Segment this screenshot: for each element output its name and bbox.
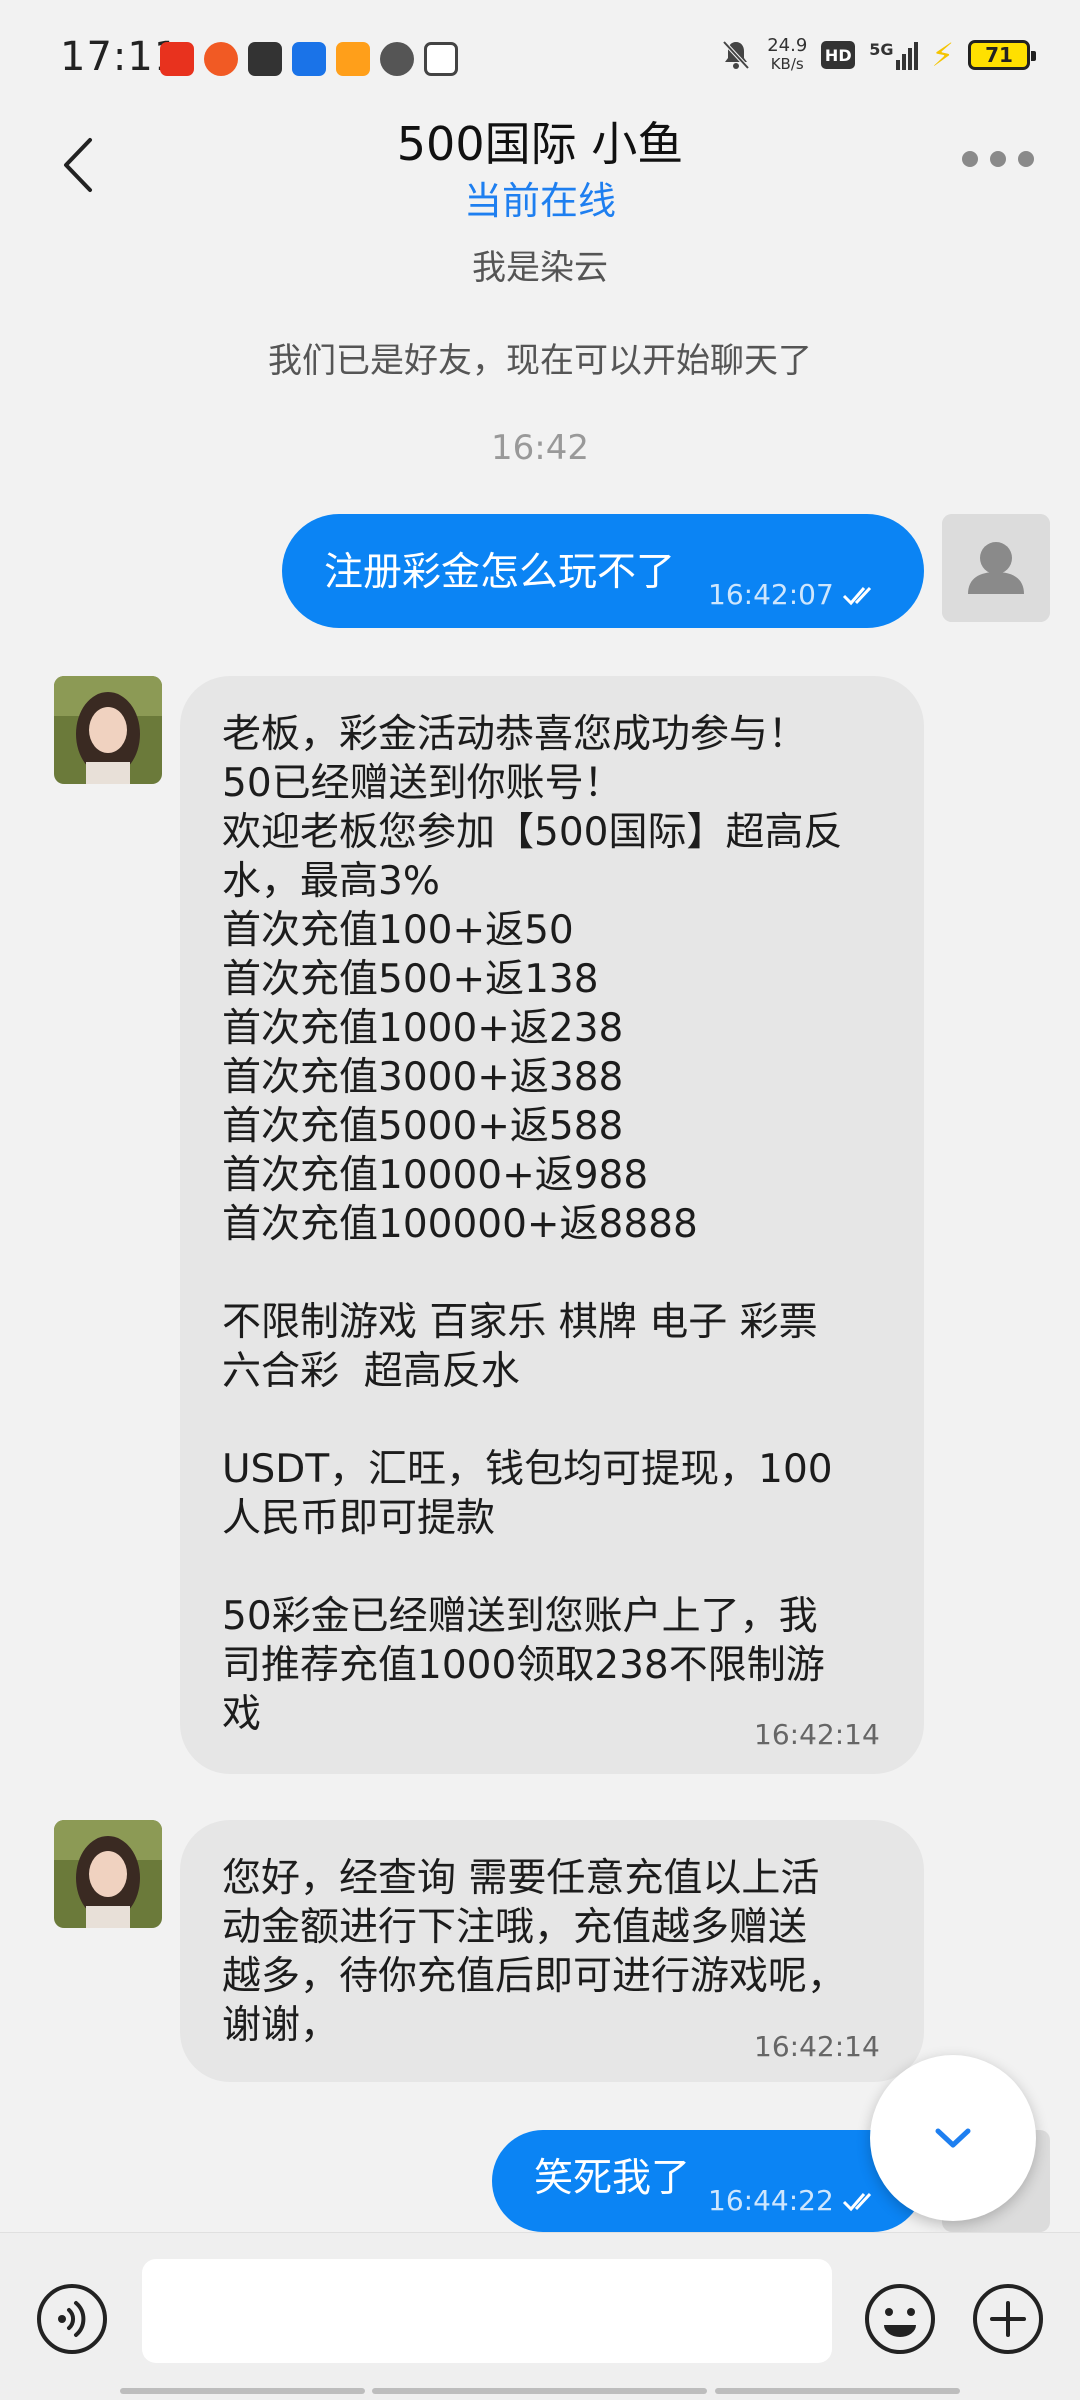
message-time: 16:42:07 (708, 578, 834, 611)
app-notification-icon (204, 42, 238, 76)
message-text: 笑死我了 (534, 2156, 691, 2201)
person-placeholder-icon (942, 514, 1050, 622)
message-meta: 16:44:22 (708, 2184, 882, 2217)
plus-icon (973, 2284, 1043, 2354)
message-bubble-incoming[interactable]: 您好，经查询 需要任意充值以上活 动金额进行下注哦，充值越多赠送 越多，待你充值… (180, 1820, 924, 2082)
message-text: 注册彩金怎么玩不了 (324, 550, 676, 595)
battery-level: 71 (985, 43, 1013, 67)
online-status: 当前在线 (463, 179, 616, 223)
network-speed: 24.9 KB/s (767, 35, 808, 74)
message-bubble-incoming[interactable]: 老板，彩金活动恭喜您成功参与！ 50已经赠送到你账号！ 欢迎老板您参加【500国… (180, 676, 924, 1774)
read-ticks-icon (842, 2192, 871, 2211)
network-type: 5G (869, 40, 894, 59)
message-input-bar (0, 2232, 1080, 2400)
time-divider: 16:42 (491, 428, 589, 468)
app-notification-icon (248, 42, 282, 76)
message-text: 您好，经查询 需要任意充值以上活 动金额进行下注哦，充值越多赠送 越多，待你充值… (222, 1856, 847, 2048)
more-dots-icon (1018, 151, 1034, 167)
app-notification-icon (292, 42, 326, 76)
app-notification-icon (424, 42, 458, 76)
hd-badge: HD (821, 41, 856, 69)
chat-title: 500国际 小鱼 (396, 117, 684, 171)
app-notification-icon (336, 42, 370, 76)
charging-bolt-icon: ⚡ (931, 36, 954, 74)
app-notification-icon (160, 42, 194, 76)
message-text: 老板，彩金活动恭喜您成功参与！ 50已经赠送到你账号！ 欢迎老板您参加【500国… (222, 712, 843, 1737)
mute-bell-icon (722, 40, 750, 70)
message-meta: 16:42:07 (708, 578, 882, 611)
scroll-to-bottom-button[interactable] (870, 2055, 1036, 2221)
contact-avatar[interactable] (54, 676, 162, 784)
signal-icon: 5G (869, 40, 918, 70)
status-bar: 17:11 24.9 KB/s HD 5G ⚡ 71 (0, 0, 1080, 118)
network-speed-value: 24.9 (767, 35, 808, 56)
message-input[interactable] (142, 2259, 832, 2363)
friend-notice: 我们已是好友，现在可以开始聊天了 (268, 341, 812, 381)
chevron-down-icon (935, 2128, 971, 2148)
emoji-icon (865, 2284, 935, 2354)
chat-header: 500国际 小鱼 当前在线 (0, 108, 1080, 228)
contact-photo (54, 1820, 162, 1928)
more-dots-icon (962, 151, 978, 167)
plus-button[interactable] (970, 2281, 1046, 2357)
message-time: 16:42:14 (754, 2030, 880, 2063)
read-ticks-icon (842, 586, 871, 605)
battery-icon: 71 (968, 40, 1036, 70)
my-avatar[interactable] (942, 514, 1050, 622)
emoji-button[interactable] (862, 2281, 938, 2357)
message-time: 16:44:22 (708, 2184, 834, 2217)
more-button[interactable] (962, 144, 1042, 174)
message-time: 16:42:14 (754, 1718, 880, 1751)
contact-signature: 我是染云 (472, 248, 608, 288)
gesture-bar (0, 2388, 1080, 2396)
contact-avatar[interactable] (54, 1820, 162, 1928)
notification-icons (160, 42, 458, 76)
network-speed-unit: KB/s (770, 55, 804, 73)
voice-button[interactable] (34, 2281, 110, 2357)
message-bubble-outgoing[interactable]: 笑死我了 16:44:22 (492, 2130, 924, 2232)
voice-icon (37, 2284, 107, 2354)
contact-photo (54, 676, 162, 784)
wechat-icon (380, 42, 414, 76)
message-bubble-outgoing[interactable]: 注册彩金怎么玩不了 16:42:07 (282, 514, 924, 628)
more-dots-icon (990, 151, 1006, 167)
